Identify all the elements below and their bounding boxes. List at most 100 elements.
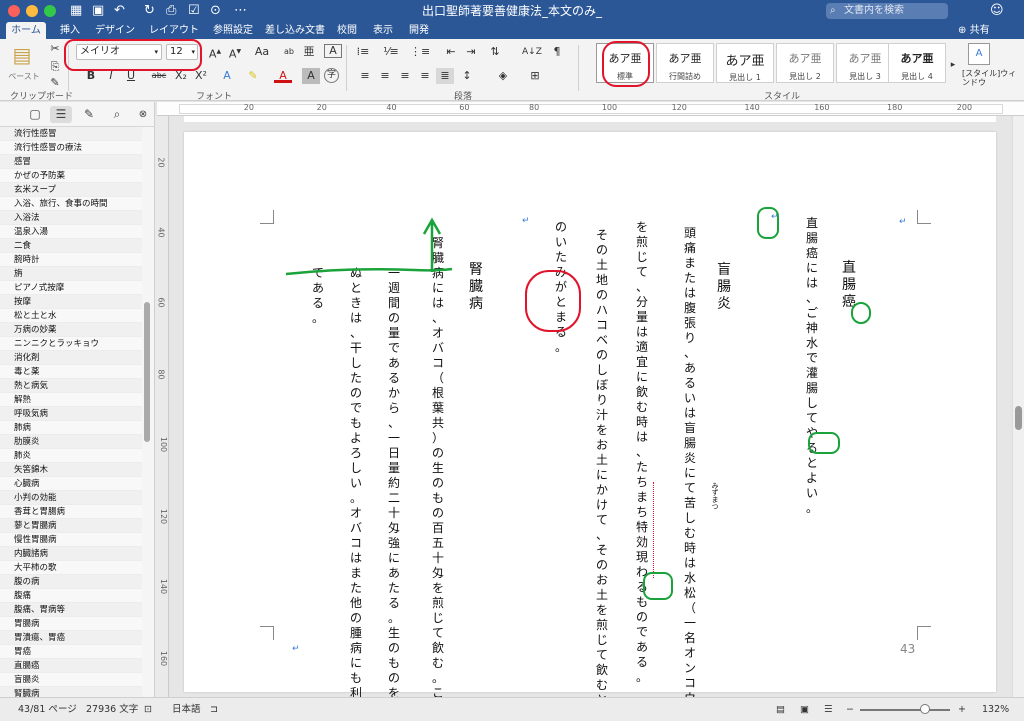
strikethrough-icon[interactable]: abc	[148, 68, 170, 84]
document-page[interactable]: 直腸癌直腸癌には、ご神水で灌腸してやるとよい。盲腸炎頭痛または腹張り、あるいは盲…	[184, 132, 996, 721]
find-icon[interactable]: ⌕	[106, 106, 128, 123]
font-color-icon[interactable]: A	[274, 68, 292, 83]
multilevel-list-icon[interactable]: ⋮≡	[410, 44, 430, 60]
document-map-item[interactable]: 万病の妙薬	[0, 323, 142, 337]
zoom-slider[interactable]	[860, 709, 950, 711]
tab-view[interactable]: 表示	[370, 22, 396, 39]
document-map-item[interactable]: 香茸と胃腸病	[0, 505, 142, 519]
scrollbar-thumb[interactable]	[1015, 406, 1022, 430]
style-heading-3[interactable]: あア亜 見出し 3	[836, 43, 894, 83]
tab-design[interactable]: デザイン	[94, 22, 136, 39]
tab-insert[interactable]: 挿入	[55, 22, 85, 39]
document-map-item[interactable]: 温泉入湯	[0, 225, 142, 239]
line-spacing-icon[interactable]: ↕	[458, 68, 476, 84]
sort-icon[interactable]: A↓Z	[522, 44, 542, 60]
document-map-item[interactable]: 松と土と水	[0, 309, 142, 323]
tab-references[interactable]: 参照設定	[210, 22, 256, 39]
proofing-icon[interactable]: ⊡	[144, 704, 152, 716]
paste-label[interactable]: ペースト	[4, 69, 44, 85]
document-map-item[interactable]: 心臓病	[0, 477, 142, 491]
document-map-item[interactable]: 盲腸炎	[0, 673, 142, 687]
document-map-item[interactable]: かぜの予防薬	[0, 169, 142, 183]
decrease-indent-icon[interactable]: ⇤	[442, 44, 460, 60]
document-map-item[interactable]: 慢性胃腸病	[0, 533, 142, 547]
phonetic-guide-icon[interactable]: 亜	[300, 44, 318, 60]
zoom-out-icon[interactable]: −	[846, 704, 854, 716]
document-map-item[interactable]: 按摩	[0, 295, 142, 309]
document-map-item[interactable]: 腕時計	[0, 253, 142, 267]
more-styles-icon[interactable]: ▸	[948, 57, 958, 73]
document-map-item[interactable]: 熱と病気	[0, 379, 142, 393]
change-case-icon[interactable]: Aa	[250, 44, 274, 60]
vertical-ruler[interactable]: 20 40 60 80 100 120 140 160	[155, 116, 169, 697]
document-map-item[interactable]: 肋膜炎	[0, 435, 142, 449]
language-indicator[interactable]: 日本語	[172, 704, 201, 716]
tab-home[interactable]: ホーム	[6, 22, 46, 39]
smiley-feedback-icon[interactable]: ☺	[990, 3, 1004, 19]
document-map-item[interactable]: 矢筈錦木	[0, 463, 142, 477]
sidebar-scrollbar[interactable]	[144, 302, 150, 442]
document-map-item[interactable]: 感冒	[0, 155, 142, 169]
print-layout-icon[interactable]: ▤	[776, 704, 785, 716]
cut-icon[interactable]: ✂	[46, 41, 64, 57]
zoom-in-icon[interactable]: +	[958, 704, 966, 716]
document-map-item[interactable]: 腹痛、胃病等	[0, 603, 142, 617]
document-map-item[interactable]: 胃癌	[0, 645, 142, 659]
style-heading-2[interactable]: あア亜 見出し 2	[776, 43, 834, 83]
grow-font-icon[interactable]: A▲	[206, 44, 224, 61]
text-direction-icon[interactable]: ⇅	[486, 44, 504, 60]
shading-icon[interactable]: ◈	[494, 68, 512, 84]
close-pane-icon[interactable]: ⊗	[132, 106, 154, 123]
document-map-item[interactable]: 腹痛	[0, 589, 142, 603]
document-map-item[interactable]: 内臓諸病	[0, 547, 142, 561]
increase-indent-icon[interactable]: ⇥	[462, 44, 480, 60]
document-map-item[interactable]: 解熱	[0, 393, 142, 407]
highlight-icon[interactable]: ✎	[244, 68, 262, 84]
numbering-icon[interactable]: ⅟≡	[382, 44, 400, 60]
document-map-item[interactable]: 消化剤	[0, 351, 142, 365]
copy-icon[interactable]: ⎘	[46, 59, 64, 75]
document-map-item[interactable]: 入浴法	[0, 211, 142, 225]
character-border-icon[interactable]: A	[324, 44, 342, 58]
zoom-slider-knob[interactable]	[920, 704, 930, 714]
borders-icon[interactable]: ⊞	[526, 68, 544, 84]
underline-icon[interactable]: U	[122, 68, 140, 84]
document-map-item[interactable]: 呼吸気病	[0, 407, 142, 421]
tab-layout[interactable]: レイアウト	[148, 22, 200, 39]
align-left-icon[interactable]: ≡	[356, 68, 374, 84]
document-map-item[interactable]: 蓼と胃腸病	[0, 519, 142, 533]
character-shading-icon[interactable]: A	[302, 68, 320, 84]
document-map-item[interactable]: 胃潰瘍、胃癌	[0, 631, 142, 645]
align-right-icon[interactable]: ≡	[396, 68, 414, 84]
document-map-item[interactable]: 大平柿の歌	[0, 561, 142, 575]
style-heading-1[interactable]: あア亜 見出し 1	[716, 43, 774, 83]
page-count[interactable]: 43/81 ページ	[18, 704, 77, 716]
outline-view-icon[interactable]: ☰	[824, 704, 833, 716]
bullets-icon[interactable]: ⁞≡	[354, 44, 372, 60]
horizontal-ruler[interactable]: 2020406080100120140160180200220	[157, 102, 1024, 116]
search-document-input[interactable]: ⌕ 文書内を検索	[826, 3, 948, 19]
document-map-item[interactable]: ニンニクとラッキョウ	[0, 337, 142, 351]
zoom-level[interactable]: 132%	[982, 704, 1009, 716]
document-map-item[interactable]: 肺病	[0, 421, 142, 435]
document-canvas[interactable]: 直腸癌直腸癌には、ご神水で灌腸してやるとよい。盲腸炎頭痛または腹張り、あるいは盲…	[170, 116, 1010, 721]
document-map-item[interactable]: 二食	[0, 239, 142, 253]
paste-icon[interactable]: ▤	[10, 43, 34, 67]
style-no-spacing[interactable]: あア亜 行間詰め	[656, 43, 714, 83]
tab-developer[interactable]: 開発	[406, 22, 432, 39]
document-map-item[interactable]: 流行性感冒の療法	[0, 141, 142, 155]
style-heading-4[interactable]: あア亜 見出し 4	[888, 43, 946, 83]
shrink-font-icon[interactable]: A▼	[226, 44, 244, 61]
document-map-item[interactable]: 流行性感冒	[0, 127, 142, 141]
bold-icon[interactable]: B	[82, 68, 100, 84]
reviewing-icon[interactable]: ✎	[78, 106, 100, 123]
document-map-item[interactable]: 玄米スープ	[0, 183, 142, 197]
document-map-item[interactable]: 肺炎	[0, 449, 142, 463]
share-button[interactable]: ⊕ 共有	[958, 22, 990, 39]
distributed-icon[interactable]: ≣	[436, 68, 454, 84]
thumbnails-icon[interactable]: ▢	[24, 106, 46, 123]
italic-icon[interactable]: I	[102, 68, 120, 84]
tab-review[interactable]: 校閲	[334, 22, 360, 39]
superscript-icon[interactable]: X²	[192, 68, 210, 84]
vertical-scrollbar[interactable]	[1012, 116, 1024, 697]
